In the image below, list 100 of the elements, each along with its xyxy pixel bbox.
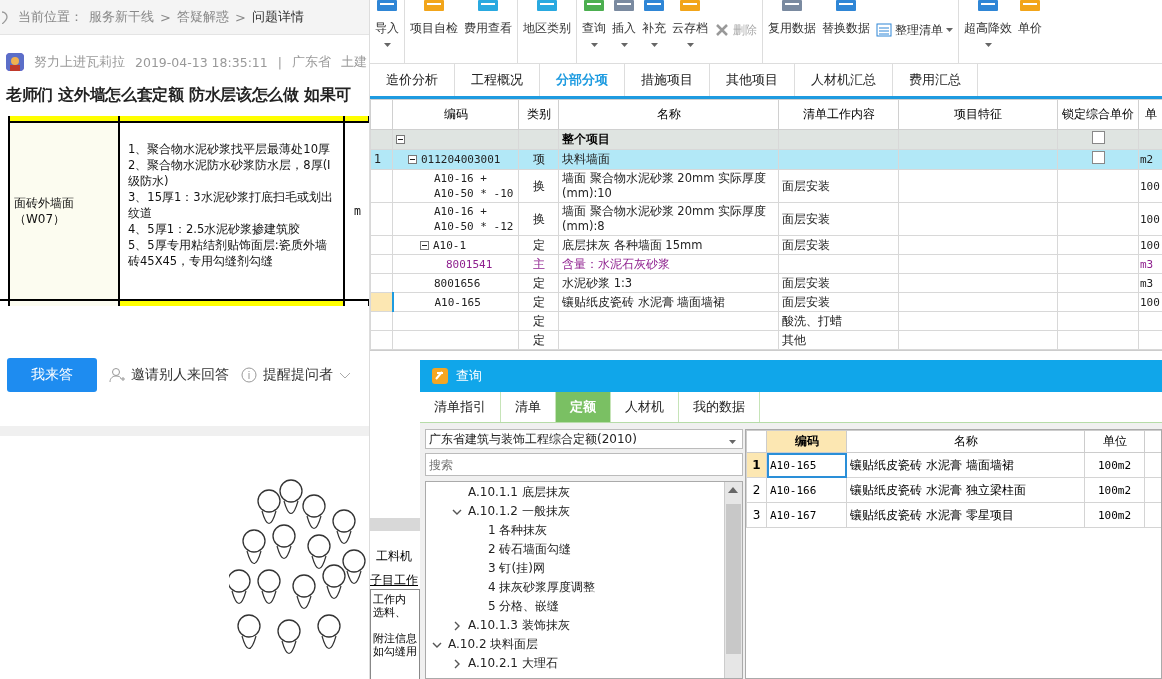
chevron-right-icon[interactable] <box>452 620 462 631</box>
tree-item[interactable]: 2 砖石墙面勾缝 <box>488 541 572 558</box>
table-cell: 100 <box>1140 238 1160 252</box>
table-cell: A10-165 <box>770 459 817 472</box>
tree-item[interactable]: A.10.2.1 大理石 <box>468 655 558 672</box>
tree-item[interactable]: 4 抹灰砂浆厚度调整 <box>488 579 596 596</box>
breadcrumb-label: 当前位置： <box>18 8 83 26</box>
row-number: 3 <box>752 508 761 522</box>
tab[interactable]: 工料机 <box>376 548 412 565</box>
tab[interactable]: 人材机汇总 <box>795 64 893 96</box>
checkbox[interactable] <box>1091 151 1105 164</box>
tag-text: 土建 <box>341 53 367 71</box>
post-time: 2019-04-13 18:35:11 <box>135 54 268 70</box>
table-cell: 100m2 <box>1097 484 1132 497</box>
table-cell: 项 <box>532 152 545 166</box>
table-cell: 100 <box>1140 295 1160 309</box>
column-header: 项目特征 <box>954 107 1002 121</box>
chevron-right-icon[interactable] <box>452 658 462 669</box>
table-cell: 水泥砂浆 1:3 <box>562 275 633 290</box>
table-cell: 镶贴纸皮瓷砖 水泥膏 墙面墙裙 <box>850 457 1014 472</box>
table-cell: A10-1 <box>433 237 467 253</box>
toolbar-button[interactable]: 费用查看 <box>461 0 515 63</box>
toolbar-button[interactable]: 单价 <box>1015 0 1045 63</box>
toolbar-button[interactable]: 替换数据 <box>819 0 873 63</box>
library-dropdown[interactable]: 广东省建筑与装饰工程综合定额(2010) <box>425 429 743 449</box>
column-header: 单 <box>1144 107 1157 121</box>
tree-item[interactable]: A.10.1.1 底层抹灰 <box>468 484 570 501</box>
collapse-icon[interactable] <box>396 135 405 144</box>
collapse-icon[interactable] <box>408 155 417 164</box>
invite-link[interactable]: 邀请别人来回答 <box>131 366 229 384</box>
table-cell: 镶贴纸皮瓷砖 水泥膏 墙面墙裙 <box>562 294 726 309</box>
table-cell: 酸洗、打蜡 <box>782 313 842 328</box>
remind-link[interactable]: 提醒提问者 <box>263 366 333 384</box>
table-cell: 面层安装 <box>782 275 830 290</box>
dialog-title: 查询 <box>456 367 482 385</box>
table-cell: 面层安装 <box>782 178 830 193</box>
table-cell: 定 <box>532 332 545 347</box>
scrollbar[interactable] <box>724 482 742 678</box>
table-cell: A10-167 <box>770 509 817 522</box>
spreadsheet-line: 2、聚合物水泥防水砂浆防水层，8厚(I级防水) <box>128 157 332 189</box>
table-cell: 100m2 <box>1097 509 1132 522</box>
table-cell: A10-16 + A10-50 * -12 <box>434 204 514 234</box>
table-cell: 整个项目 <box>562 132 610 146</box>
column-header: 编码 <box>794 434 819 448</box>
toolbar-button[interactable]: 复用数据 <box>765 0 819 63</box>
table-cell: 含量：水泥石灰砂浆 <box>562 256 670 271</box>
collapse-icon[interactable] <box>420 240 429 250</box>
table-cell: 8001541 <box>446 256 493 272</box>
table-cell: m2 <box>1140 153 1154 166</box>
table-cell: 100 <box>1140 212 1160 226</box>
tab[interactable]: 费用汇总 <box>893 64 978 96</box>
table-cell: 定 <box>532 237 545 252</box>
table-cell: A10-166 <box>770 484 817 497</box>
column-header: 名称 <box>656 107 681 121</box>
tree-item[interactable]: 5 分格、嵌缝 <box>488 598 560 615</box>
toolbar-button[interactable]: 地区类别 <box>520 0 574 63</box>
spreadsheet-line: 1、聚合物水泥砂浆找平层最薄处10厚 <box>128 141 331 157</box>
toolbar-button[interactable]: 项目自检 <box>407 0 461 63</box>
scroll-up-icon[interactable] <box>728 486 738 494</box>
scrollbar[interactable] <box>370 518 420 531</box>
checkbox[interactable] <box>1091 131 1105 144</box>
table-cell: 定 <box>532 275 545 290</box>
table-cell: 其他 <box>782 332 806 347</box>
table-cell: 面层安装 <box>782 294 830 309</box>
toolbar-button[interactable]: 查询 <box>579 0 609 63</box>
tree-item[interactable]: A.10.2 块料面层 <box>448 636 539 653</box>
table-cell: 100m2 <box>1097 459 1132 472</box>
table-cell: A10-165 <box>434 294 481 310</box>
column-header: 类别 <box>526 107 551 121</box>
column-header: 单位 <box>1102 434 1127 448</box>
caret-icon <box>729 440 736 444</box>
toolbar-button[interactable]: 导入 <box>372 0 402 63</box>
info-icon <box>241 367 257 383</box>
table-cell: 墙面 聚合物水泥砂浆 20mm 实际厚度(mm):8 <box>562 204 766 233</box>
tree-item[interactable]: 3 钉(挂)网 <box>488 560 545 577</box>
column-header: 清单工作内容 <box>802 107 875 121</box>
tab[interactable]: 造价分析 <box>370 64 455 96</box>
toolbar-button[interactable]: 云存档 <box>669 0 711 63</box>
cell-line: （W07） <box>14 211 67 227</box>
table-cell: 011204003001 <box>421 152 501 167</box>
toolbar-button[interactable]: 超高降效 <box>961 0 1015 63</box>
section-label: 子目工作 <box>370 572 418 589</box>
tab[interactable]: 措施项目 <box>625 64 710 96</box>
table-cell: 定 <box>532 294 545 309</box>
column-header: 锁定综合单价 <box>1062 107 1134 121</box>
row-number: 1 <box>374 152 382 166</box>
tree-item[interactable]: 1 各种抹灰 <box>488 522 548 539</box>
table-cell: 100 <box>1140 179 1160 193</box>
table-cell: 主 <box>532 256 545 271</box>
table-cell: 底层抹灰 各种墙面 15mm <box>562 237 703 252</box>
breadcrumb-separator: > <box>160 9 171 25</box>
tab[interactable]: 工程概况 <box>455 64 540 96</box>
toolbar-button[interactable]: 插入 <box>609 0 639 63</box>
tree-item[interactable]: A.10.1.2 一般抹灰 <box>468 503 570 520</box>
tree-item[interactable]: A.10.1.3 装饰抹灰 <box>468 617 570 634</box>
search-field[interactable]: 搜索 <box>425 453 743 476</box>
column-header: 名称 <box>953 434 978 448</box>
toolbar-button[interactable]: 补充 <box>639 0 669 63</box>
toolbar-button[interactable]: 整理清单 <box>873 20 956 40</box>
tab[interactable]: 其他项目 <box>710 64 795 96</box>
